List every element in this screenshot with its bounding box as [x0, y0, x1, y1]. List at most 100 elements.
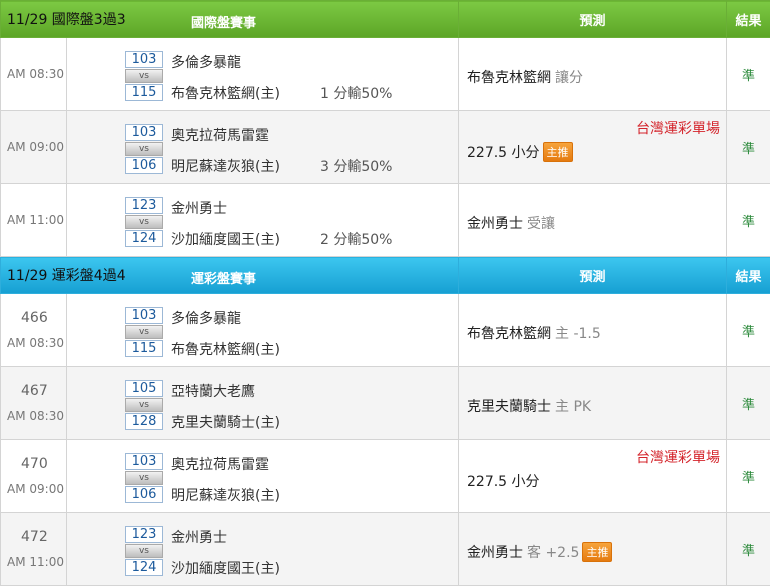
game-number: 467 — [21, 383, 48, 399]
vs-label: vs — [125, 141, 163, 156]
prediction-extra: 受讓 — [527, 215, 555, 232]
prediction-line: 金州勇士 受讓 — [467, 213, 555, 233]
game-row: AM 08:30 103 vs 115 多倫多暴龍 布魯克林籃網(主) 1 分輸50% 布魯克… — [0, 37, 770, 111]
predict-column-header: 預測 — [458, 0, 727, 38]
game-time-cell: 472 AM 11:00 — [0, 512, 67, 586]
home-score: 124 — [125, 558, 163, 576]
picks-table: 11/29 國際盤3過3 國際盤賽事 預測 結果 AM 08:30 103 vs 115 多倫多… — [0, 0, 770, 586]
game-time-cell: 466 AM 08:30 — [0, 293, 67, 367]
score-box: 105 vs 128 — [125, 379, 163, 430]
away-score: 103 — [125, 123, 163, 141]
home-team: 克里夫蘭騎士(主) — [171, 414, 280, 431]
result-cell: 準 — [726, 439, 770, 513]
game-time-cell: 470 AM 09:00 — [0, 439, 67, 513]
game-row: 466 AM 08:30 103 vs 115 多倫多暴龍 布魯克林籃網(主) 布魯克林籃網主… — [0, 293, 770, 367]
prediction-pick: 227.5 小分 — [467, 473, 540, 490]
vs-label: vs — [125, 470, 163, 485]
away-score: 123 — [125, 196, 163, 214]
event-column-header: 運彩盤賽事 — [191, 272, 257, 287]
game-number: 470 — [21, 456, 48, 472]
game-row: 467 AM 08:30 105 vs 128 亞特蘭大老鷹克里夫蘭騎士(主) 克里夫蘭騎士… — [0, 366, 770, 440]
match-cell: 103 vs 106 奧克拉荷馬雷霆 明尼蘇達灰狼(主) 3 分輸50% — [66, 110, 459, 184]
prediction-pick: 金州勇士 — [467, 215, 523, 232]
prediction-pick: 克里夫蘭騎士 — [467, 398, 551, 415]
game-time: AM 11:00 — [7, 213, 64, 227]
away-score: 103 — [125, 306, 163, 324]
game-time: AM 09:00 — [7, 140, 64, 154]
handicap-result: 2 分輸50% — [320, 231, 393, 248]
game-time-cell: 467 AM 08:30 — [0, 366, 67, 440]
vs-label: vs — [125, 68, 163, 83]
prediction-cell: 金州勇士 受讓 — [458, 183, 727, 257]
game-time-cell: AM 08:30 — [0, 37, 67, 111]
result-cell: 準 — [726, 183, 770, 257]
away-team: 奧克拉荷馬雷霆 — [171, 127, 269, 144]
result-column-header: 結果 — [726, 0, 770, 38]
prediction-cell: 台灣運彩單場 227.5 小分 主推 — [458, 110, 727, 184]
away-team: 多倫多暴龍 — [171, 310, 241, 327]
result-column-header: 結果 — [726, 256, 770, 294]
game-time-cell: AM 09:00 — [0, 110, 67, 184]
result-cell: 準 — [726, 293, 770, 367]
game-row: 470 AM 09:00 103 vs 106 奧克拉荷馬雷霆 明尼蘇達灰狼(主) 台灣運彩單… — [0, 439, 770, 513]
home-team: 沙加緬度國王(主) — [171, 231, 280, 248]
score-box: 103 vs 106 — [125, 123, 163, 174]
match-cell: 103 vs 115 多倫多暴龍 布魯克林籃網(主) 1 分輸50% — [66, 37, 459, 111]
main-pick-badge: 主推 — [542, 141, 573, 162]
prediction-pick: 布魯克林籃網 — [467, 69, 551, 86]
home-score: 115 — [125, 83, 163, 101]
prediction-extra: 讓分 — [555, 69, 583, 86]
match-cell: 103 vs 106 奧克拉荷馬雷霆 明尼蘇達灰狼(主) — [66, 439, 459, 513]
home-score: 106 — [125, 156, 163, 174]
prediction-line: 布魯克林籃網主 -1.5 — [467, 323, 601, 343]
handicap-result: 1 分輸50% — [320, 85, 393, 102]
prediction-extra: 主 -1.5 — [555, 325, 601, 342]
prediction-cell: 金州勇士客 +2.5 主推 — [458, 512, 727, 586]
game-row: AM 09:00 103 vs 106 奧克拉荷馬雷霆 明尼蘇達灰狼(主) 3 分輸50% 台… — [0, 110, 770, 184]
away-team: 金州勇士 — [171, 200, 227, 217]
away-score: 123 — [125, 525, 163, 543]
section-title: 11/29 國際盤3過3 國際盤賽事 — [0, 0, 459, 38]
score-box: 123 vs 124 — [125, 196, 163, 247]
score-box: 103 vs 106 — [125, 452, 163, 503]
prediction-cell: 台灣運彩單場 227.5 小分 — [458, 439, 727, 513]
prediction-pick: 227.5 小分 — [467, 144, 540, 161]
prediction-cell: 布魯克林籃網主 -1.5 — [458, 293, 727, 367]
result-cell: 準 — [726, 366, 770, 440]
home-team: 布魯克林籃網(主) — [171, 85, 280, 102]
home-team: 明尼蘇達灰狼(主) — [171, 158, 280, 175]
away-team: 亞特蘭大老鷹 — [171, 383, 255, 400]
game-time: AM 11:00 — [7, 555, 64, 569]
prediction-line: 金州勇士客 +2.5 主推 — [467, 541, 613, 562]
game-time: AM 09:00 — [7, 482, 64, 496]
game-number: 466 — [21, 310, 48, 326]
prediction-line: 227.5 小分 主推 — [467, 141, 573, 162]
match-cell: 105 vs 128 亞特蘭大老鷹克里夫蘭騎士(主) — [66, 366, 459, 440]
result-cell: 準 — [726, 37, 770, 111]
game-time: AM 08:30 — [7, 336, 64, 350]
prediction-line: 227.5 小分 — [467, 471, 540, 491]
prediction-line: 布魯克林籃網 讓分 — [467, 67, 583, 87]
sports-header-row: 11/29 運彩盤4過4 運彩盤賽事 預測 結果 — [0, 256, 770, 294]
prediction-pick: 布魯克林籃網 — [467, 325, 551, 342]
section-title-text: 11/29 國際盤3過3 — [7, 12, 126, 28]
home-score: 115 — [125, 339, 163, 357]
prediction-cell: 布魯克林籃網 讓分 — [458, 37, 727, 111]
single-game-tag: 台灣運彩單場 — [636, 449, 720, 466]
away-team: 金州勇士 — [171, 529, 227, 546]
prediction-pick: 金州勇士 — [467, 544, 523, 561]
home-team: 沙加緬度國王(主) — [171, 560, 280, 577]
home-score: 124 — [125, 229, 163, 247]
home-team: 明尼蘇達灰狼(主) — [171, 487, 280, 504]
result-cell: 準 — [726, 110, 770, 184]
prediction-cell: 克里夫蘭騎士主 PK — [458, 366, 727, 440]
vs-label: vs — [125, 397, 163, 412]
match-cell: 123 vs 124 金州勇士沙加緬度國王(主) — [66, 512, 459, 586]
game-time: AM 08:30 — [7, 67, 64, 81]
away-score: 105 — [125, 379, 163, 397]
away-score: 103 — [125, 452, 163, 470]
game-row: AM 11:00 123 vs 124 金州勇士沙加緬度國王(主) 2 分輸50% 金州勇士… — [0, 183, 770, 257]
home-team: 布魯克林籃網(主) — [171, 341, 280, 358]
score-box: 123 vs 124 — [125, 525, 163, 576]
event-column-header: 國際盤賽事 — [191, 16, 257, 31]
